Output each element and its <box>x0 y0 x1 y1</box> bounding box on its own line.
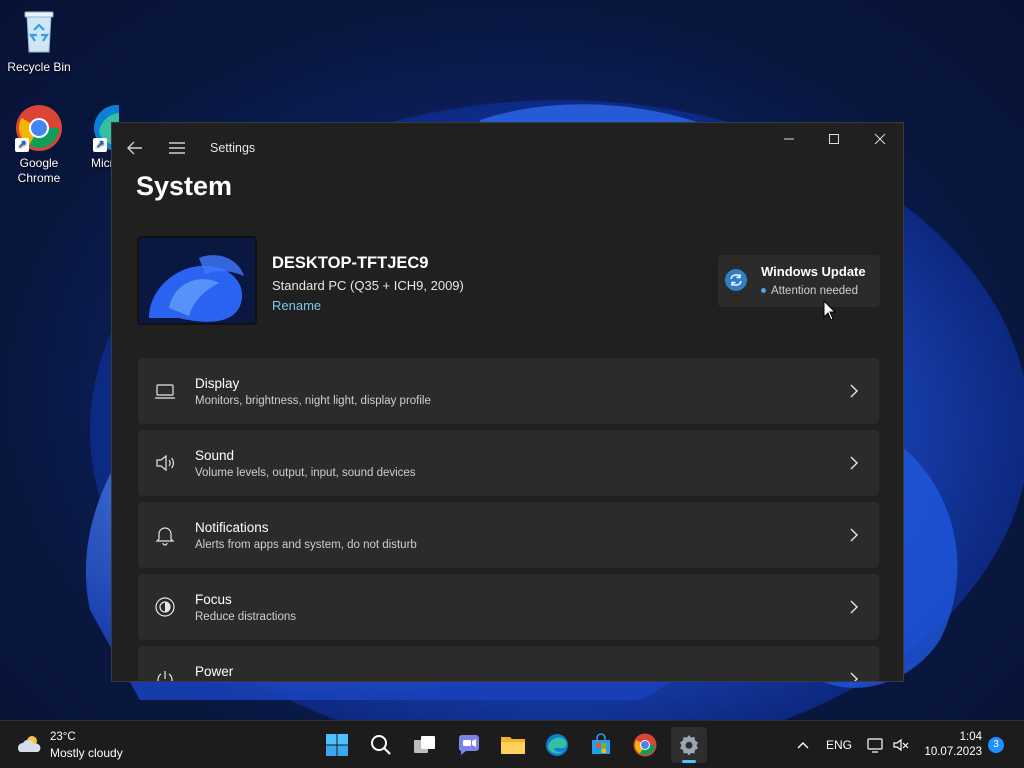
cloud-sun-icon <box>16 733 44 755</box>
windows-update-title: Windows Update <box>761 264 866 279</box>
clock[interactable]: 1:04 10.07.2023 <box>924 730 982 760</box>
recycle-bin-icon <box>15 8 63 56</box>
setting-subtitle: Reduce distractions <box>195 611 296 623</box>
active-app-indicator <box>682 760 696 763</box>
network-icon <box>867 738 883 753</box>
start-icon <box>326 734 348 756</box>
windows-update-icon <box>725 269 747 291</box>
chevron-up-icon <box>797 742 809 749</box>
power-icon <box>154 668 176 681</box>
back-button[interactable] <box>124 137 146 159</box>
mouse-cursor-icon <box>823 299 837 322</box>
setting-subtitle: Monitors, brightness, night light, displ… <box>195 395 431 407</box>
weather-widget[interactable]: 23°C Mostly cloudy <box>14 729 154 761</box>
recycle-bin-label: Recycle Bin <box>7 60 71 74</box>
chat-button[interactable] <box>451 727 487 763</box>
input-language-indicator[interactable]: ENG <box>826 738 852 752</box>
chevron-right-icon <box>847 671 861 681</box>
speaker-icon <box>154 452 176 474</box>
device-thumbnail <box>137 236 257 325</box>
setting-title: Sound <box>195 448 235 463</box>
status-dot-icon <box>761 288 766 294</box>
laptop-icon <box>154 380 176 402</box>
volume-muted-icon <box>893 738 909 752</box>
setting-sound[interactable]: Sound Volume levels, output, input, soun… <box>138 430 879 496</box>
search-button[interactable] <box>363 727 399 763</box>
page-title: System <box>136 171 233 201</box>
network-button[interactable] <box>866 736 884 754</box>
window-title: Settings <box>210 141 256 155</box>
chevron-right-icon <box>847 599 861 615</box>
shortcut-arrow-icon: ↗ <box>15 138 29 152</box>
close-button[interactable] <box>857 123 903 155</box>
maximize-button[interactable] <box>811 123 857 155</box>
volume-button[interactable] <box>892 736 910 754</box>
device-name: DESKTOP-TFTJEC9 <box>272 254 429 272</box>
minimize-button[interactable] <box>766 123 812 155</box>
search-icon <box>371 735 391 755</box>
store-icon <box>592 733 610 754</box>
setting-subtitle: Alerts from apps and system, do not dist… <box>195 539 417 551</box>
setting-title: Focus <box>195 592 232 607</box>
maximize-icon <box>829 134 839 144</box>
close-icon <box>874 133 886 145</box>
chevron-right-icon <box>847 383 861 399</box>
chrome-icon: ↗ <box>15 104 63 152</box>
weather-condition: Mostly cloudy <box>50 746 123 760</box>
task-view-button[interactable] <box>407 727 443 763</box>
edge-taskbar-button[interactable] <box>539 727 575 763</box>
chrome-icon <box>633 733 657 757</box>
edge-icon <box>546 734 568 756</box>
shortcut-arrow-icon: ↗ <box>93 138 107 152</box>
navigation-menu-button[interactable] <box>166 137 188 159</box>
title-bar: Settings <box>112 123 903 173</box>
windows-update-status: Attention needed <box>761 285 858 297</box>
settings-list: Display Monitors, brightness, night ligh… <box>138 358 879 681</box>
notification-count-badge[interactable]: 3 <box>988 737 1004 753</box>
chrome-taskbar-button[interactable] <box>627 727 663 763</box>
chat-icon <box>458 735 479 755</box>
settings-window: Settings System DESKTOP-TFTJEC9 Standard… <box>111 122 904 682</box>
task-view-icon <box>414 736 435 753</box>
store-button[interactable] <box>583 727 619 763</box>
chevron-right-icon <box>847 527 861 543</box>
show-hidden-icons-button[interactable] <box>795 737 813 753</box>
setting-focus[interactable]: Focus Reduce distractions <box>138 574 879 640</box>
windows-update-card[interactable]: Windows Update Attention needed <box>718 255 880 307</box>
setting-subtitle: Volume levels, output, input, sound devi… <box>195 467 416 479</box>
chevron-right-icon <box>847 455 861 471</box>
bell-icon <box>154 524 176 546</box>
settings-taskbar-button[interactable] <box>671 727 707 763</box>
taskbar: 23°C Mostly cloudy ENG 1:04 10.07.2023 3 <box>0 720 1024 768</box>
minimize-icon <box>784 138 794 140</box>
device-model: Standard PC (Q35 + ICH9, 2009) <box>272 278 464 293</box>
recycle-bin-shortcut[interactable]: Recycle Bin <box>1 8 77 75</box>
setting-display[interactable]: Display Monitors, brightness, night ligh… <box>138 358 879 424</box>
setting-notifications[interactable]: Notifications Alerts from apps and syste… <box>138 502 879 568</box>
hamburger-icon <box>169 142 185 154</box>
file-explorer-button[interactable] <box>495 727 531 763</box>
google-chrome-shortcut[interactable]: ↗ Google Chrome <box>1 104 77 186</box>
start-button[interactable] <box>319 727 355 763</box>
rename-link[interactable]: Rename <box>272 298 321 313</box>
setting-power[interactable]: Power <box>138 646 879 681</box>
clock-time: 1:04 <box>959 731 982 743</box>
settings-icon <box>680 735 698 756</box>
focus-icon <box>154 596 176 618</box>
file-explorer-icon <box>501 737 525 754</box>
clock-date: 10.07.2023 <box>924 746 982 758</box>
setting-title: Notifications <box>195 520 269 535</box>
weather-temperature: 23°C <box>50 731 76 743</box>
google-chrome-label: Google Chrome <box>17 156 61 185</box>
setting-title: Power <box>195 664 234 679</box>
setting-title: Display <box>195 376 240 391</box>
back-arrow-icon <box>127 141 142 155</box>
